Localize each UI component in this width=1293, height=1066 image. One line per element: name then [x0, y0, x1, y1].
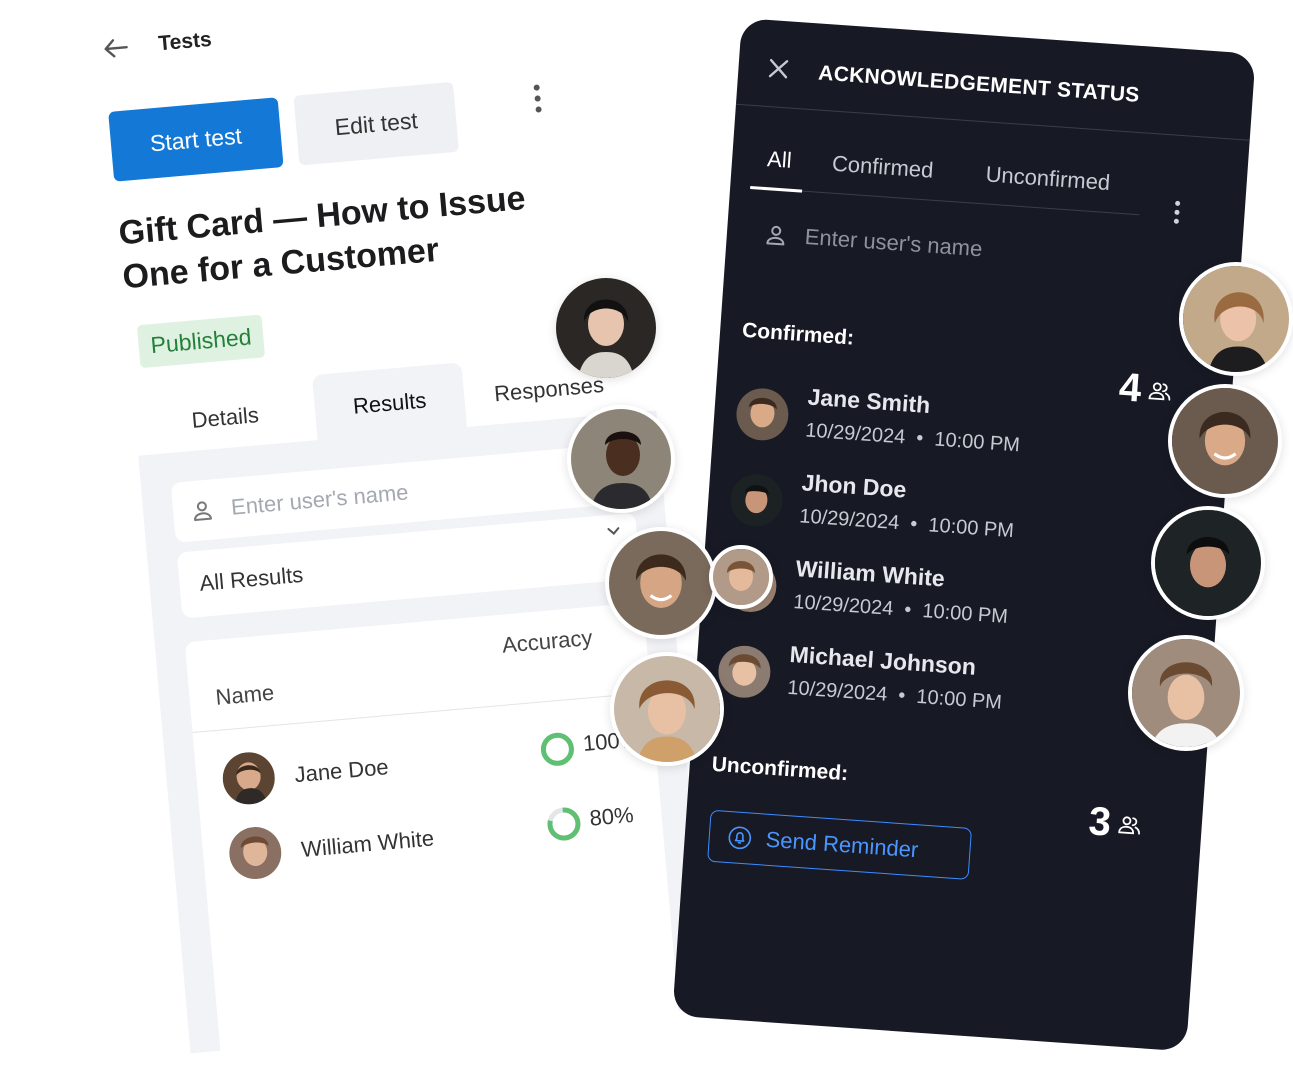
filter-value: All Results — [198, 561, 305, 596]
more-vertical-icon[interactable] — [532, 84, 542, 113]
bell-icon — [728, 826, 752, 850]
row-name: William White — [300, 825, 435, 862]
panel-title: ACKNOWLEDGEMENT STATUS — [817, 61, 1141, 107]
column-header-accuracy[interactable]: Accuracy — [501, 625, 593, 659]
row-name: Jane Doe — [293, 754, 390, 788]
send-reminder-button[interactable]: Send Reminder — [707, 809, 973, 880]
user-name: Jhon Doe — [800, 469, 908, 503]
search-field[interactable] — [764, 220, 1108, 272]
edit-test-button[interactable]: Edit test — [293, 81, 459, 166]
accuracy-ring — [547, 807, 581, 841]
unconfirmed-heading: Unconfirmed: — [711, 752, 849, 786]
confirmed-heading: Confirmed: — [741, 318, 855, 350]
chevron-down-icon — [607, 527, 620, 535]
page-header: Tests — [102, 28, 213, 61]
avatar — [1179, 262, 1293, 376]
avatar — [556, 278, 656, 378]
search-input[interactable] — [801, 222, 1108, 272]
user-icon — [194, 501, 212, 522]
accuracy-value: 80% — [588, 801, 635, 831]
avatar — [605, 527, 717, 639]
arrow-left-icon[interactable] — [102, 37, 130, 59]
close-icon[interactable] — [768, 58, 789, 79]
test-title: Gift Card — How to Issue One for a Custo… — [117, 179, 527, 297]
avatar — [728, 472, 785, 528]
confirmed-count-value: 4 — [1117, 365, 1143, 411]
user-name: Michael Johnson — [788, 640, 977, 680]
start-test-button[interactable]: Start test — [108, 97, 284, 182]
results-table: Name Accuracy Jane Doe 100% William Whit… — [184, 602, 680, 1061]
status-badge: Published — [136, 314, 266, 369]
tab-confirmed[interactable]: Confirmed — [831, 151, 934, 184]
user-timestamp: 10/29/2024 • 10:00 PM — [786, 676, 1003, 714]
user-name: William White — [794, 555, 946, 592]
avatar — [1128, 635, 1244, 751]
group-icon — [1118, 815, 1141, 835]
avatar — [220, 750, 277, 807]
user-timestamp: 10/29/2024 • 10:00 PM — [792, 591, 1009, 628]
accuracy-ring — [540, 732, 574, 766]
group-icon — [1148, 381, 1171, 401]
active-tab-indicator — [750, 185, 803, 193]
avatar — [227, 824, 284, 882]
unconfirmed-count-value: 3 — [1087, 799, 1113, 845]
user-timestamp: 10/29/2024 • 10:00 PM — [804, 419, 1021, 457]
user-name: Jane Smith — [806, 383, 932, 419]
tab-unconfirmed[interactable]: Unconfirmed — [985, 161, 1111, 196]
unconfirmed-count: 3 — [1087, 799, 1142, 848]
more-vertical-icon[interactable] — [1173, 200, 1181, 224]
column-header-name[interactable]: Name — [215, 680, 276, 711]
avatar — [567, 405, 675, 513]
tab-all[interactable]: All — [766, 146, 792, 174]
page-title: Tests — [157, 27, 213, 56]
avatar — [610, 652, 724, 766]
status-tabs: All Confirmed Unconfirmed — [750, 129, 1144, 216]
avatar — [1168, 384, 1282, 498]
confirmed-count: 4 — [1118, 365, 1173, 414]
avatar — [709, 545, 773, 609]
avatar — [734, 386, 791, 443]
user-timestamp: 10/29/2024 • 10:00 PM — [798, 505, 1015, 543]
user-icon — [766, 225, 785, 246]
send-reminder-label: Send Reminder — [764, 826, 920, 863]
search-input[interactable] — [227, 460, 613, 522]
avatar — [1151, 506, 1265, 620]
avatar — [716, 644, 773, 700]
